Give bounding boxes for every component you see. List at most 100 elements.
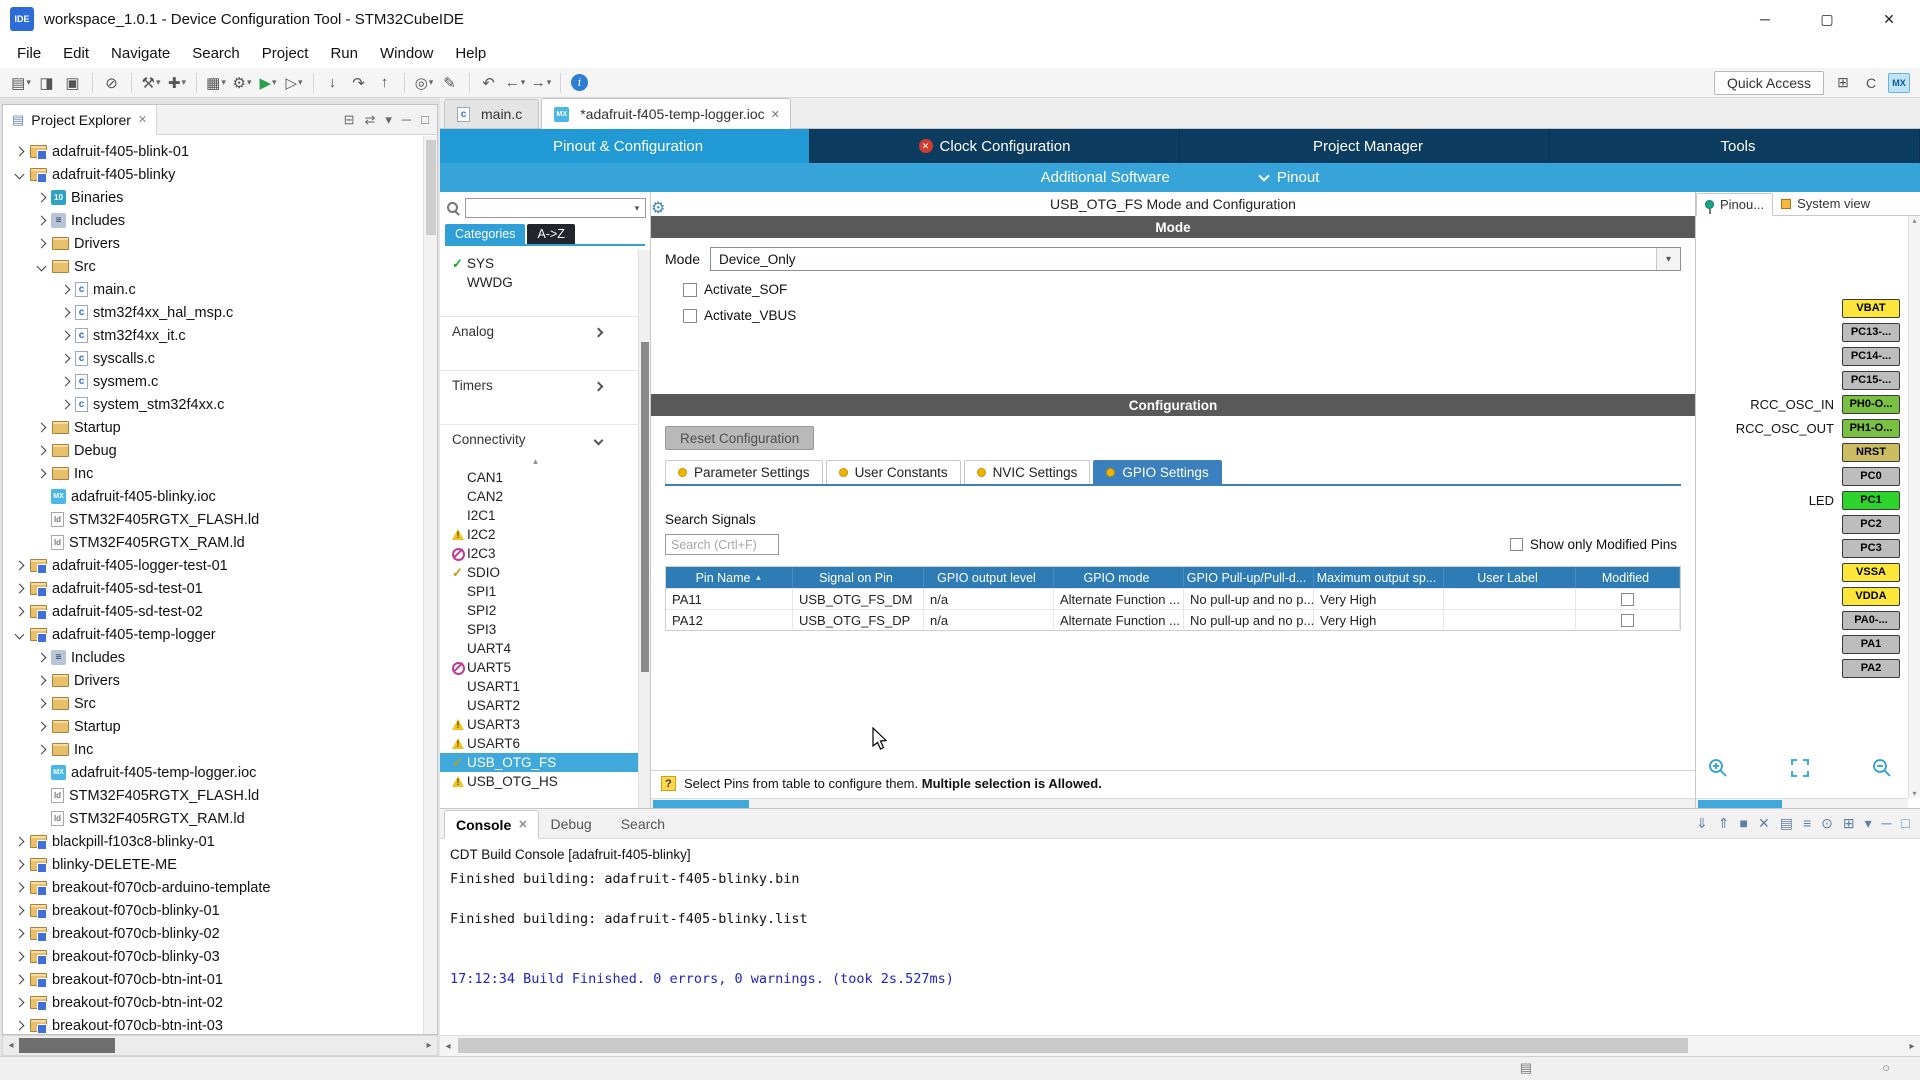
scroll-left-icon[interactable]: ◂ [3, 1040, 19, 1051]
step-return-button[interactable]: ↑ [373, 71, 397, 95]
tree-expand-icon[interactable] [14, 928, 24, 939]
toolbar-separator[interactable] [196, 72, 197, 93]
tab-tools[interactable]: Tools [1550, 129, 1920, 163]
tab-console[interactable]: Console ✕ [444, 810, 540, 839]
peripheral-usart2[interactable]: USART2 [440, 696, 638, 715]
debug-button[interactable]: ⚙ ▾ [230, 71, 254, 95]
new-c-cpp-button[interactable]: ✚ ▾ [165, 71, 189, 95]
tree-expand-icon[interactable] [14, 1020, 24, 1031]
pinout-horizontal-scrollbar[interactable] [1696, 798, 1908, 808]
pin[interactable]: VBAT [1842, 298, 1900, 318]
tab-nvic-settings[interactable]: NVIC Settings [963, 460, 1091, 484]
pin[interactable]: PC2 [1842, 514, 1900, 534]
pin[interactable]: PC3 [1842, 538, 1900, 558]
peripheral-usart6[interactable]: USART6 [440, 734, 638, 753]
scrollbar-thumb[interactable] [426, 140, 436, 235]
tree-expand-icon[interactable] [36, 698, 46, 709]
tab-search[interactable]: Search [610, 809, 683, 838]
last-edit-location-button[interactable]: ↶ [477, 71, 501, 95]
scroll-to-top-icon[interactable]: ⇑ [1718, 815, 1730, 832]
scroll-up-icon[interactable]: ▴ [1912, 216, 1916, 225]
tree-expand-icon[interactable] [14, 882, 24, 893]
quick-access-button[interactable]: Quick Access [1713, 70, 1824, 95]
tab-clock-configuration[interactable]: Clock Configuration [810, 129, 1180, 163]
tree-expand-icon[interactable] [14, 560, 24, 571]
project-tree-item[interactable]: Startup [3, 715, 423, 738]
tab-system-view[interactable]: System view [1773, 192, 1878, 215]
scroll-right-icon[interactable]: ▸ [421, 1040, 437, 1051]
tree-expand-icon[interactable] [14, 836, 24, 847]
pin[interactable]: VDDA [1842, 586, 1900, 606]
pin-row[interactable]: PA11 USB_OTG_FS_DM n/a Alternate Functio… [666, 588, 1680, 609]
tree-expand-icon[interactable] [36, 238, 46, 249]
menu-edit[interactable]: Edit [52, 41, 100, 66]
pinout-menu[interactable]: Pinout [1258, 169, 1319, 186]
col-modified[interactable]: Modified [1576, 567, 1680, 588]
back-button[interactable]: ← ▾ [503, 71, 527, 95]
zoom-in-button[interactable] [1706, 756, 1730, 780]
peripheral-i2c3[interactable]: I2C3 [440, 544, 638, 563]
project-tree-item[interactable]: system_stm32f4xx.c [3, 393, 423, 416]
project-tree-item[interactable]: stm32f4xx_hal_msp.c [3, 301, 423, 324]
pin[interactable]: PC13-... [1842, 322, 1900, 342]
menu-search[interactable]: Search [181, 41, 251, 66]
tree-expand-icon[interactable] [36, 721, 46, 732]
collapse-all-icon[interactable]: ⊟ [344, 112, 355, 128]
maximize-button[interactable]: ▢ [1796, 0, 1858, 38]
mode-select[interactable]: Device_Only ▾ [710, 247, 1681, 271]
scrollbar-thumb[interactable] [653, 800, 749, 808]
project-tree-item[interactable]: adafruit-f405-sd-test-01 [3, 577, 423, 600]
mark-occurrences-button[interactable]: ✎ [438, 71, 462, 95]
project-tree-item[interactable]: Includes [3, 646, 423, 669]
scroll-to-bottom-icon[interactable]: ⇓ [1696, 815, 1708, 832]
project-tree-item[interactable]: adafruit-f405-logger-test-01 [3, 554, 423, 577]
chevron-down-icon[interactable]: ▾ [629, 203, 645, 214]
pin[interactable]: PA0-... [1842, 610, 1900, 630]
tree-expand-icon[interactable] [60, 353, 70, 364]
pin[interactable]: PC1 [1842, 490, 1900, 510]
col-signal-on-pin[interactable]: Signal on Pin [793, 567, 924, 588]
pin[interactable]: PA2 [1842, 658, 1900, 678]
view-menu-icon[interactable]: ▾ [385, 112, 392, 128]
scrollbar-thumb[interactable] [458, 1038, 1688, 1053]
pin[interactable]: PC0 [1842, 466, 1900, 486]
col-gpio-pull[interactable]: GPIO Pull-up/Pull-d... [1184, 567, 1314, 588]
peripheral-vertical-scrollbar[interactable] [638, 250, 650, 808]
peripheral-search-combo[interactable]: ▾ [465, 198, 646, 218]
remove-console-icon[interactable]: ✕ [1758, 815, 1770, 832]
tab-parameter-settings[interactable]: Parameter Settings [665, 460, 823, 484]
new-wizard-button[interactable]: ▤ ▾ [9, 71, 33, 95]
clear-console-icon[interactable]: ▤ [1780, 815, 1793, 832]
tree-expand-icon[interactable] [14, 146, 24, 157]
tree-expand-icon[interactable] [60, 399, 70, 410]
project-tree-item[interactable]: syscalls.c [3, 347, 423, 370]
project-tree-item[interactable]: adafruit-f405-blinky [3, 163, 423, 186]
project-tree-item[interactable]: STM32F405RGTX_RAM.ld [3, 807, 423, 830]
zoom-out-button[interactable] [1870, 756, 1894, 780]
peripheral-i2c1[interactable]: I2C1 [440, 506, 638, 525]
project-tree-item[interactable]: Inc [3, 738, 423, 761]
category-timers[interactable]: Timers [440, 370, 638, 400]
toolbar-separator[interactable] [313, 72, 314, 93]
activate-vbus-checkbox[interactable] [683, 308, 697, 323]
open-perspective-button[interactable]: ⊞ [1830, 71, 1856, 95]
project-tree-item[interactable]: Startup [3, 416, 423, 439]
pin[interactable]: PH1-O... [1842, 418, 1900, 438]
scrollbar-thumb[interactable] [19, 1038, 115, 1053]
scroll-down-icon[interactable]: ▾ [1912, 789, 1916, 798]
peripheral-uart5[interactable]: UART5 [440, 658, 638, 677]
project-tree-item[interactable]: breakout-f070cb-blinky-03 [3, 945, 423, 968]
project-tree-item[interactable]: adafruit-f405-temp-logger.ioc [3, 761, 423, 784]
toolbar-separator[interactable] [469, 72, 470, 93]
main-horizontal-scrollbar[interactable]: ◂ ▸ [440, 1035, 1920, 1056]
scroll-right-icon[interactable]: ▸ [1904, 1041, 1920, 1052]
project-tree-item[interactable]: STM32F405RGTX_RAM.ld [3, 531, 423, 554]
peripheral-list-scroll-up[interactable]: ▴ [440, 454, 638, 468]
col-pin-name[interactable]: Pin Name ▲ [666, 567, 793, 588]
menu-window[interactable]: Window [369, 41, 444, 66]
writable-indicator-icon[interactable]: ▤ [1520, 1060, 1532, 1076]
project-tree-item[interactable]: adafruit-f405-blinky.ioc [3, 485, 423, 508]
open-console-button[interactable]: ▦ ▾ [204, 71, 228, 95]
scrollbar-thumb[interactable] [1698, 800, 1782, 808]
pin[interactable]: PA1 [1842, 634, 1900, 654]
